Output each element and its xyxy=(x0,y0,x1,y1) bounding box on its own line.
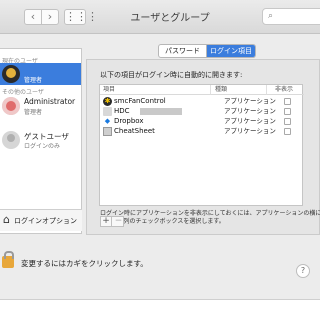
item-name: Dropbox xyxy=(114,117,144,125)
house-icon: ⌂ xyxy=(3,213,10,226)
login-items-table: 項目 種類 非表示 ✱ smcFanControl アプリケーション HDC ア… xyxy=(99,84,304,206)
lock-text: 変更するにはカギをクリックします。 xyxy=(21,259,148,268)
login-options-label: ログインオプション xyxy=(14,217,77,225)
search-icon: ⌕ xyxy=(268,11,274,21)
user-row-guest[interactable]: ゲストユーザ ログインのみ xyxy=(0,129,81,151)
user-role: 管理者 xyxy=(24,77,43,84)
remove-login-item-button[interactable]: − xyxy=(113,216,124,227)
add-remove-controls: + − xyxy=(100,216,124,227)
lock-bar: 変更するにはカギをクリックします。 xyxy=(0,248,320,278)
item-kind: アプリケーション xyxy=(224,127,276,135)
item-kind: アプリケーション xyxy=(224,97,276,105)
login-options-button[interactable]: ⌂ ログインオプション xyxy=(0,209,82,231)
note-line-1: ログイン時にアプリケーションを非表示にしておくには、アプリケーションの横にある xyxy=(100,210,320,217)
table-row[interactable]: HDC アプリケーション xyxy=(100,107,302,116)
back-button[interactable]: ‹ xyxy=(24,9,42,25)
user-avatar-icon xyxy=(2,65,20,83)
login-items-intro: 以下の項目がログイン時に自動的に開きます: xyxy=(100,71,243,79)
tab-switcher: パスワード ログイン項目 xyxy=(158,44,256,58)
hdc-icon xyxy=(103,107,112,116)
show-all-grid-button[interactable]: ⋮⋮⋮ xyxy=(64,9,98,25)
table-row[interactable]: CheatSheet アプリケーション xyxy=(100,127,302,136)
note-line-2: "非表示"列のチェックボックスを選択します。 xyxy=(100,218,225,225)
user-name: Administrator xyxy=(24,97,76,106)
forward-button[interactable]: › xyxy=(41,9,59,25)
table-row[interactable]: ✱ smcFanControl アプリケーション xyxy=(100,97,302,106)
hide-checkbox[interactable] xyxy=(284,98,291,105)
dropbox-icon: ◆ xyxy=(104,117,111,125)
add-login-item-button[interactable]: + xyxy=(101,216,112,227)
login-items-panel: 以下の項目がログイン時に自動的に開きます: 項目 種類 非表示 ✱ smcFan… xyxy=(86,59,320,235)
item-kind: アプリケーション xyxy=(224,107,276,115)
lock-icon[interactable] xyxy=(2,251,14,268)
grid-icon: ⋮⋮⋮ xyxy=(65,10,98,23)
hide-checkbox[interactable] xyxy=(284,108,291,115)
help-button[interactable]: ? xyxy=(296,264,310,278)
item-name: CheatSheet xyxy=(114,127,155,135)
search-input[interactable] xyxy=(279,10,319,23)
toolbar: ‹ › ⋮⋮⋮ ユーザとグループ ⌕ xyxy=(0,0,320,34)
column-header-kind[interactable]: 種類 xyxy=(210,85,266,95)
guest-avatar-icon xyxy=(2,131,20,149)
item-name: smcFanControl xyxy=(114,97,166,105)
tab-login-items[interactable]: ログイン項目 xyxy=(207,45,255,57)
redacted-text xyxy=(140,108,182,115)
column-header-hide[interactable]: 非表示 xyxy=(266,85,304,95)
column-header-item[interactable]: 項目 xyxy=(100,85,210,95)
login-items-note: ログイン時にアプリケーションを非表示にしておくには、アプリケーションの横にある … xyxy=(100,210,320,226)
tab-password[interactable]: パスワード xyxy=(159,45,207,57)
user-row-current[interactable]: 管理者 xyxy=(0,63,81,85)
user-role: 管理者 xyxy=(24,109,43,116)
window-title: ユーザとグループ xyxy=(130,13,210,24)
user-list-sidebar: 現在のユーザ 管理者 その他のユーザ Administrator 管理者 ゲスト… xyxy=(0,48,82,234)
table-row[interactable]: ◆ Dropbox アプリケーション xyxy=(100,117,302,126)
item-kind: アプリケーション xyxy=(224,117,276,125)
cheatsheet-icon xyxy=(103,127,112,136)
hide-checkbox[interactable] xyxy=(284,118,291,125)
hide-checkbox[interactable] xyxy=(284,128,291,135)
user-avatar-icon xyxy=(2,97,20,115)
user-row-administrator[interactable]: Administrator 管理者 xyxy=(0,95,81,117)
user-role: ログインのみ xyxy=(24,143,61,150)
smcfancontrol-icon: ✱ xyxy=(103,97,112,106)
search-field[interactable]: ⌕ xyxy=(262,8,320,25)
preferences-window: ‹ › ⋮⋮⋮ ユーザとグループ ⌕ 現在のユーザ 管理者 その他のユーザ Ad… xyxy=(0,0,320,300)
item-name: HDC xyxy=(114,107,130,115)
